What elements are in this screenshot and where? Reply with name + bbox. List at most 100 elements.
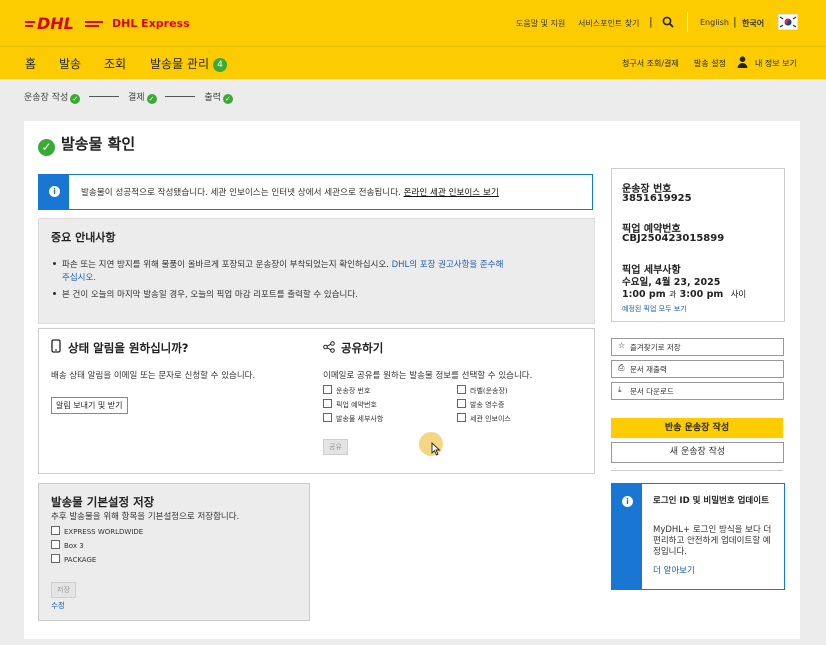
save-preferences-section: 발송물 기본설정 저장 추후 발송물을 위해 항목을 기본설정으로 저장합니다.…	[38, 483, 310, 621]
share-option-invoice[interactable]: 세관 인보이스	[457, 413, 511, 424]
share-option-label[interactable]: 라벨(운송장)	[457, 385, 508, 396]
share-option-receipt[interactable]: 발송 영수증	[457, 399, 504, 410]
button-label: 즐겨찾기로 저장	[630, 343, 681, 352]
button-label: 문서 재출력	[630, 365, 667, 374]
divider	[611, 470, 783, 471]
divider: |	[733, 15, 737, 28]
time-suffix: 사이	[730, 290, 747, 300]
prefs-text: 추후 발송물을 위해 항목을 기본설정으로 저장합니다.	[51, 512, 240, 522]
pref-option-box[interactable]: Box 3	[51, 540, 84, 550]
share-option-pickup[interactable]: 픽업 예약번호	[323, 399, 377, 410]
mobile-phone-icon	[51, 339, 61, 353]
reprint-button[interactable]: ⎙ 문서 재출력	[611, 360, 784, 378]
packaging-guide-link-cont[interactable]: 주십시오.	[62, 273, 96, 283]
notification-button[interactable]: 알림 보내기 및 받기	[51, 397, 128, 414]
waybill-number: 3851619925	[622, 193, 692, 204]
user-icon[interactable]	[737, 56, 748, 68]
checkbox[interactable]	[323, 413, 332, 422]
checkbox[interactable]	[51, 540, 60, 549]
save-button[interactable]: 저장	[51, 582, 76, 598]
option-label: 세관 인보이스	[470, 415, 511, 423]
checkbox[interactable]	[323, 385, 332, 394]
option-label: PACKAGE	[64, 556, 97, 564]
pref-option-package[interactable]: PACKAGE	[51, 554, 96, 564]
korea-flag-icon[interactable]	[778, 14, 798, 30]
bullet	[53, 292, 56, 295]
promo-bar: i	[612, 484, 642, 589]
alerts-title: 상태 알림을 원하십니까?	[68, 341, 189, 355]
checkbox[interactable]	[323, 399, 332, 408]
pref-option-product[interactable]: EXPRESS WORLDWIDE	[51, 526, 143, 536]
packaging-guide-link[interactable]: DHL의 포장 권고사항을 준수해	[392, 260, 504, 270]
share-text: 이메일로 공유를 원하는 발송물 정보를 선택할 수 있습니다.	[323, 371, 533, 381]
checkbox[interactable]	[457, 413, 466, 422]
notice-title: 중요 안내사항	[51, 231, 116, 244]
step-payment: 결제	[128, 93, 145, 103]
pickup-date: 수요일, 4월 23, 2025	[622, 277, 721, 288]
time-sep: 과	[668, 290, 677, 299]
alerts-text: 배송 상태 알림을 이메일 또는 문자로 신청할 수 있습니다.	[51, 371, 256, 381]
view-invoice-link[interactable]: 온라인 세관 인보이스 보기	[404, 188, 499, 198]
alert-message: 발송물이 성공적으로 작성됐습니다. 세관 인보이스는 인터넷 상에서 세관으로…	[81, 188, 401, 198]
step-create: 운송장 작성	[24, 93, 69, 103]
help-link[interactable]: 도움말 및 지원	[516, 18, 565, 29]
share-option-waybill[interactable]: 운송장 번호	[323, 385, 370, 396]
page-title: ✓ 발송물 확인	[38, 133, 135, 156]
checkbox[interactable]	[51, 526, 60, 535]
check-icon: ✓	[222, 94, 233, 104]
nav-track[interactable]: 조회	[104, 55, 126, 72]
option-label: 라벨(운송장)	[470, 387, 508, 395]
pickup-time: 1:00 pm 과 3:00 pm 사이	[622, 288, 746, 300]
progress-steps: 운송장 작성 ✓ 결제 ✓ 출력 ✓	[24, 90, 233, 104]
shipment-summary: 운송장 번호 3851619925 픽업 예약번호 CBJ25042301589…	[611, 168, 785, 322]
promo-title: 로그인 ID 및 비밀번호 업데이트	[653, 496, 769, 506]
nav-manage-shipments[interactable]: 발송물 관리 4	[150, 55, 228, 72]
nav-ship-settings[interactable]: 발송 설정	[694, 58, 726, 69]
checkbox[interactable]	[51, 554, 60, 563]
checkbox[interactable]	[457, 385, 466, 394]
info-icon: i	[622, 496, 633, 507]
pickup-number: CBJ250423015899	[622, 233, 725, 244]
option-label: 운송장 번호	[336, 387, 371, 395]
option-label: EXPRESS WORLDWIDE	[64, 528, 144, 536]
checkbox[interactable]	[457, 399, 466, 408]
nav-billing[interactable]: 청구서 조회/결제	[622, 58, 679, 69]
check-icon: ✓	[146, 94, 157, 104]
download-icon: ⤓	[618, 385, 622, 394]
brand-name: DHL Express	[112, 17, 190, 30]
learn-more-link[interactable]: 더 알아보기	[653, 564, 695, 576]
nav-profile[interactable]: 내 정보 보기	[755, 58, 797, 69]
printer-icon: ⎙	[618, 363, 625, 372]
nav-ship[interactable]: 발송	[59, 55, 81, 72]
share-option-details[interactable]: 발송물 세부사항	[323, 413, 383, 424]
bookmark-button[interactable]: ☆ 즐겨찾기로 저장	[611, 338, 784, 356]
share-button[interactable]: 공유	[323, 439, 348, 455]
edit-link[interactable]: 수정	[51, 600, 65, 611]
star-icon: ☆	[618, 341, 626, 350]
prefs-title: 발송물 기본설정 저장	[51, 495, 155, 509]
lang-korean[interactable]: 한국어	[742, 18, 764, 29]
alert-text: 발송물이 성공적으로 작성됐습니다. 세관 인보이스는 인터넷 상에서 세관으로…	[81, 186, 499, 198]
check-icon: ✓	[70, 94, 81, 104]
nav-manage-label: 발송물 관리	[150, 57, 210, 71]
login-update-promo: i 로그인 ID 및 비밀번호 업데이트 MyDHL+ 로그인 방식을 보다 더…	[611, 483, 785, 590]
notice-item: 파손 또는 지연 방지를 위해 물품이 올바르게 포장되고 운송장이 부착되었는…	[53, 259, 583, 285]
nav-home[interactable]: 홈	[25, 55, 36, 72]
download-button[interactable]: ⤓ 문서 다운로드	[611, 382, 784, 400]
view-all-pickups-link[interactable]: 예정된 픽업 모두 보기	[622, 304, 687, 314]
lang-english[interactable]: English	[700, 18, 729, 27]
bullet	[53, 262, 56, 265]
new-label-button[interactable]: 새 운송장 작성	[611, 442, 784, 463]
important-notice: 중요 안내사항 파손 또는 지연 방지를 위해 물품이 올바르게 포장되고 운송…	[38, 218, 595, 324]
notice-text: 파손 또는 지연 방지를 위해 물품이 올바르게 포장되고 운송장이 부착되었는…	[62, 260, 389, 270]
time-to: 3:00 pm	[679, 289, 724, 300]
check-circle-icon: ✓	[38, 139, 55, 156]
success-alert: i 발송물이 성공적으로 작성됐습니다. 세관 인보이스는 인터넷 상에서 세관…	[38, 174, 593, 210]
button-label: 문서 다운로드	[630, 387, 674, 396]
return-label-button[interactable]: 반송 운송장 작성	[611, 418, 783, 438]
find-location-link[interactable]: 서비스포인트 찾기	[578, 18, 639, 29]
step-print: 출력	[204, 93, 221, 103]
option-label: 픽업 예약번호	[336, 401, 377, 409]
search-icon[interactable]	[662, 16, 674, 28]
dhl-logo[interactable]: DHL	[25, 14, 103, 32]
